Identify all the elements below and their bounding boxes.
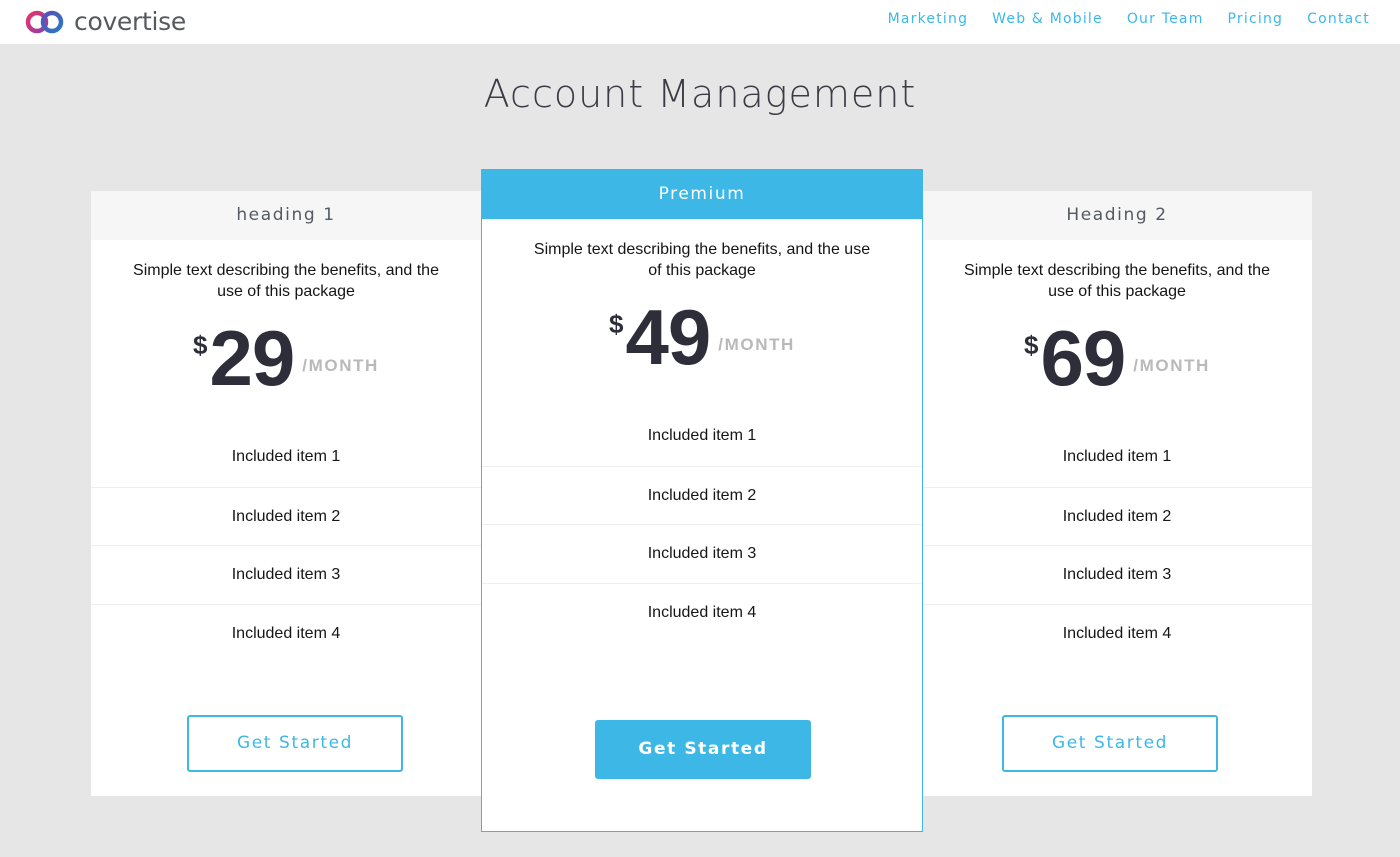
- list-item: Included item 1: [231, 448, 341, 465]
- list-item: Included item 2: [91, 486, 481, 546]
- list-item: Included item 1: [647, 427, 757, 444]
- nav-link-web-mobile[interactable]: Web & Mobile: [992, 11, 1103, 27]
- pricing-section: Account Management heading 1 Simple text…: [0, 44, 1400, 857]
- pricing-card-premium: Premium Simple text describing the benef…: [481, 169, 923, 832]
- nav-link-contact[interactable]: Contact: [1307, 11, 1370, 27]
- price: $ 69 /MONTH: [922, 318, 1312, 428]
- main-nav: Marketing Web & Mobile Our Team Pricing …: [888, 11, 1370, 27]
- price-amount: 29: [209, 314, 296, 402]
- price-period: /MONTH: [718, 335, 795, 354]
- pricing-card-basic: heading 1 Simple text describing the ben…: [91, 191, 481, 796]
- get-started-button[interactable]: Get Started: [187, 715, 403, 772]
- list-item: Included item 4: [91, 603, 481, 663]
- nav-link-pricing[interactable]: Pricing: [1228, 11, 1284, 27]
- card-description: Simple text describing the benefits, and…: [964, 262, 1270, 300]
- card-description: Simple text describing the benefits, and…: [533, 241, 871, 279]
- list-item: Included item 2: [922, 486, 1312, 546]
- nav-link-marketing[interactable]: Marketing: [888, 11, 969, 27]
- list-item: Included item 2: [482, 465, 922, 525]
- price-amount: 69: [1040, 314, 1127, 402]
- card-heading: Premium: [482, 170, 922, 219]
- included-items-list: Included item 1 Included item 2 Included…: [922, 428, 1312, 662]
- price-period: /MONTH: [1133, 356, 1210, 375]
- get-started-button[interactable]: Get Started: [1002, 715, 1218, 772]
- list-item: Included item 3: [482, 524, 922, 583]
- price: $ 49 /MONTH: [482, 297, 922, 407]
- list-item: Included item 4: [922, 603, 1312, 663]
- nav-link-our-team[interactable]: Our Team: [1127, 11, 1204, 27]
- card-description: Simple text describing the benefits, and…: [133, 262, 439, 300]
- brand-logo[interactable]: covertise: [24, 7, 186, 37]
- price: $ 29 /MONTH: [91, 318, 481, 428]
- list-item: Included item 4: [482, 582, 922, 642]
- card-heading: Heading 2: [922, 191, 1312, 240]
- pricing-card-plus: Heading 2 Simple text describing the ben…: [922, 191, 1312, 796]
- list-item: Included item 1: [1062, 448, 1172, 465]
- page-title: Account Management: [483, 72, 917, 116]
- card-heading: heading 1: [91, 191, 481, 240]
- navbar: covertise Marketing Web & Mobile Our Tea…: [0, 0, 1400, 44]
- list-item: Included item 3: [91, 545, 481, 604]
- included-items-list: Included item 1 Included item 2 Included…: [91, 428, 481, 662]
- get-started-button[interactable]: Get Started: [595, 720, 811, 779]
- price-amount: 49: [625, 293, 712, 381]
- price-currency: $: [1024, 330, 1039, 360]
- list-item: Included item 3: [922, 545, 1312, 604]
- price-period: /MONTH: [302, 356, 379, 375]
- brand-name: covertise: [74, 6, 186, 36]
- price-currency: $: [609, 309, 624, 339]
- price-currency: $: [193, 330, 208, 360]
- included-items-list: Included item 1 Included item 2 Included…: [482, 407, 922, 641]
- linked-rings-logo-icon: [25, 10, 64, 34]
